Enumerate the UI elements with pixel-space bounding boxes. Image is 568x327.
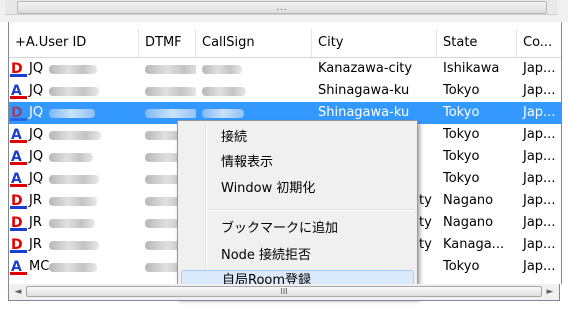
cell-state: Ishikawa (443, 61, 500, 76)
column-header-dtmf[interactable]: DTMF (139, 29, 196, 57)
redacted-user-id (49, 109, 95, 118)
cell-state: Tokyo (443, 149, 480, 164)
cell-city: Shinagawa-ku (318, 83, 410, 98)
top-scrollbar-grip: ... (276, 3, 288, 13)
redacted-callsign (202, 109, 244, 118)
redacted-user-id (49, 263, 97, 272)
cell-callsign (196, 80, 312, 102)
cell-user-id: A JQ (9, 168, 139, 190)
analog-mode-icon: A (10, 260, 27, 275)
cell-user-id: D JR (9, 190, 139, 212)
analog-mode-icon: A (10, 172, 27, 187)
menu-item-reject-node[interactable]: Node 接続拒否 (181, 245, 414, 267)
cell-user-id: A JQ (9, 80, 139, 102)
cell-dtmf (139, 58, 196, 80)
cell-user-id: A MC (9, 256, 139, 278)
menu-item-window-reset[interactable]: Window 初期化 (181, 178, 414, 200)
redacted-dtmf (145, 109, 196, 118)
redacted-user-id (49, 87, 99, 96)
table-row[interactable]: A JQ Shinagawa-ku Tokyo Jap... (9, 80, 561, 102)
digital-mode-icon: D (10, 216, 27, 231)
cell-country: Jap... (523, 149, 556, 164)
cell-country: Jap... (523, 105, 556, 120)
context-menu: 接続 情報表示 Window 初期化 ブックマークに追加 Node 接続拒否 自… (177, 120, 418, 298)
cell-country: Jap... (523, 193, 556, 208)
cell-country: Jap... (523, 259, 556, 274)
cell-callsign (196, 58, 312, 80)
cell-state: Tokyo (443, 83, 480, 98)
cell-state: Nagano (443, 193, 494, 208)
cell-state: Tokyo (443, 127, 480, 142)
user-id-text: JR (29, 215, 42, 230)
cell-country: Jap... (523, 83, 556, 98)
user-id-text: JR (29, 193, 42, 208)
analog-mode-icon: A (10, 150, 27, 165)
top-horizontal-scrollbar[interactable]: ... (5, 0, 557, 15)
cell-country: Jap... (523, 127, 556, 142)
cell-state: Tokyo (443, 259, 480, 274)
redacted-callsign (202, 87, 246, 96)
cell-state: Kanaga... (443, 237, 505, 252)
digital-mode-icon: D (10, 62, 27, 77)
column-header-city[interactable]: City (312, 29, 437, 57)
menu-item-show-info[interactable]: 情報表示 (181, 152, 414, 174)
redacted-dtmf (145, 65, 196, 74)
digital-mode-icon: D (10, 194, 27, 209)
bottom-scrollbar-grip: III (280, 287, 288, 296)
redacted-user-id (49, 153, 93, 162)
menu-item-connect[interactable]: 接続 (181, 127, 414, 149)
user-id-text: JR (29, 237, 42, 252)
redacted-user-id (49, 175, 99, 184)
list-header: +A.User ID DTMF CallSign City State Co..… (9, 29, 561, 58)
cell-state: Tokyo (443, 105, 480, 120)
cell-state: Nagano (443, 215, 494, 230)
bottom-horizontal-scrollbar[interactable]: ◄ III ► (8, 284, 560, 301)
user-id-text: JQ (29, 171, 44, 186)
top-scrollbar-thumb[interactable]: ... (17, 1, 547, 14)
cell-user-id: A JQ (9, 124, 139, 146)
analog-mode-icon: A (10, 128, 27, 143)
column-header-user-id[interactable]: +A.User ID (9, 29, 139, 57)
user-id-text: JQ (29, 83, 44, 98)
cell-dtmf (139, 80, 196, 102)
cell-country: Jap... (523, 215, 556, 230)
column-header-country[interactable]: Co... (517, 29, 561, 57)
scroll-left-arrow-icon[interactable]: ◄ (11, 286, 25, 298)
redacted-user-id (49, 197, 97, 206)
scroll-right-arrow-icon[interactable]: ► (543, 286, 557, 298)
user-id-text: JQ (29, 149, 44, 164)
user-id-text: JQ (29, 127, 44, 142)
column-header-callsign[interactable]: CallSign (196, 29, 312, 57)
user-id-text: JQ (29, 61, 44, 76)
table-row[interactable]: D JQ Kanazawa-city Ishikawa Jap... (9, 58, 561, 80)
digital-mode-icon: D (10, 106, 27, 121)
redacted-callsign (202, 65, 242, 74)
cell-user-id: D JQ (9, 102, 139, 124)
cell-user-id: D JR (9, 234, 139, 256)
cell-country: Jap... (523, 237, 556, 252)
cell-country: Jap... (523, 61, 556, 76)
menu-item-add-bookmark[interactable]: ブックマークに追加 (181, 218, 414, 240)
cell-user-id: A JQ (9, 146, 139, 168)
digital-mode-icon: D (10, 238, 27, 253)
top-toolbar-area: ... (0, 0, 568, 22)
redacted-user-id (49, 241, 99, 250)
redacted-user-id (49, 219, 95, 228)
cell-user-id: D JR (9, 212, 139, 234)
menu-separator (209, 209, 414, 211)
cell-country: Jap... (523, 171, 556, 186)
cell-state: Tokyo (443, 171, 480, 186)
cell-city: Kanazawa-city (318, 61, 413, 76)
column-header-state[interactable]: State (437, 29, 517, 57)
cell-user-id: D JQ (9, 58, 139, 80)
analog-mode-icon: A (10, 84, 27, 99)
user-id-text: JQ (29, 105, 44, 120)
redacted-user-id (49, 131, 101, 140)
redacted-user-id (49, 65, 97, 74)
user-id-text: MC (29, 259, 50, 274)
redacted-dtmf (145, 87, 196, 96)
bottom-scrollbar-thumb[interactable]: III (26, 286, 542, 297)
